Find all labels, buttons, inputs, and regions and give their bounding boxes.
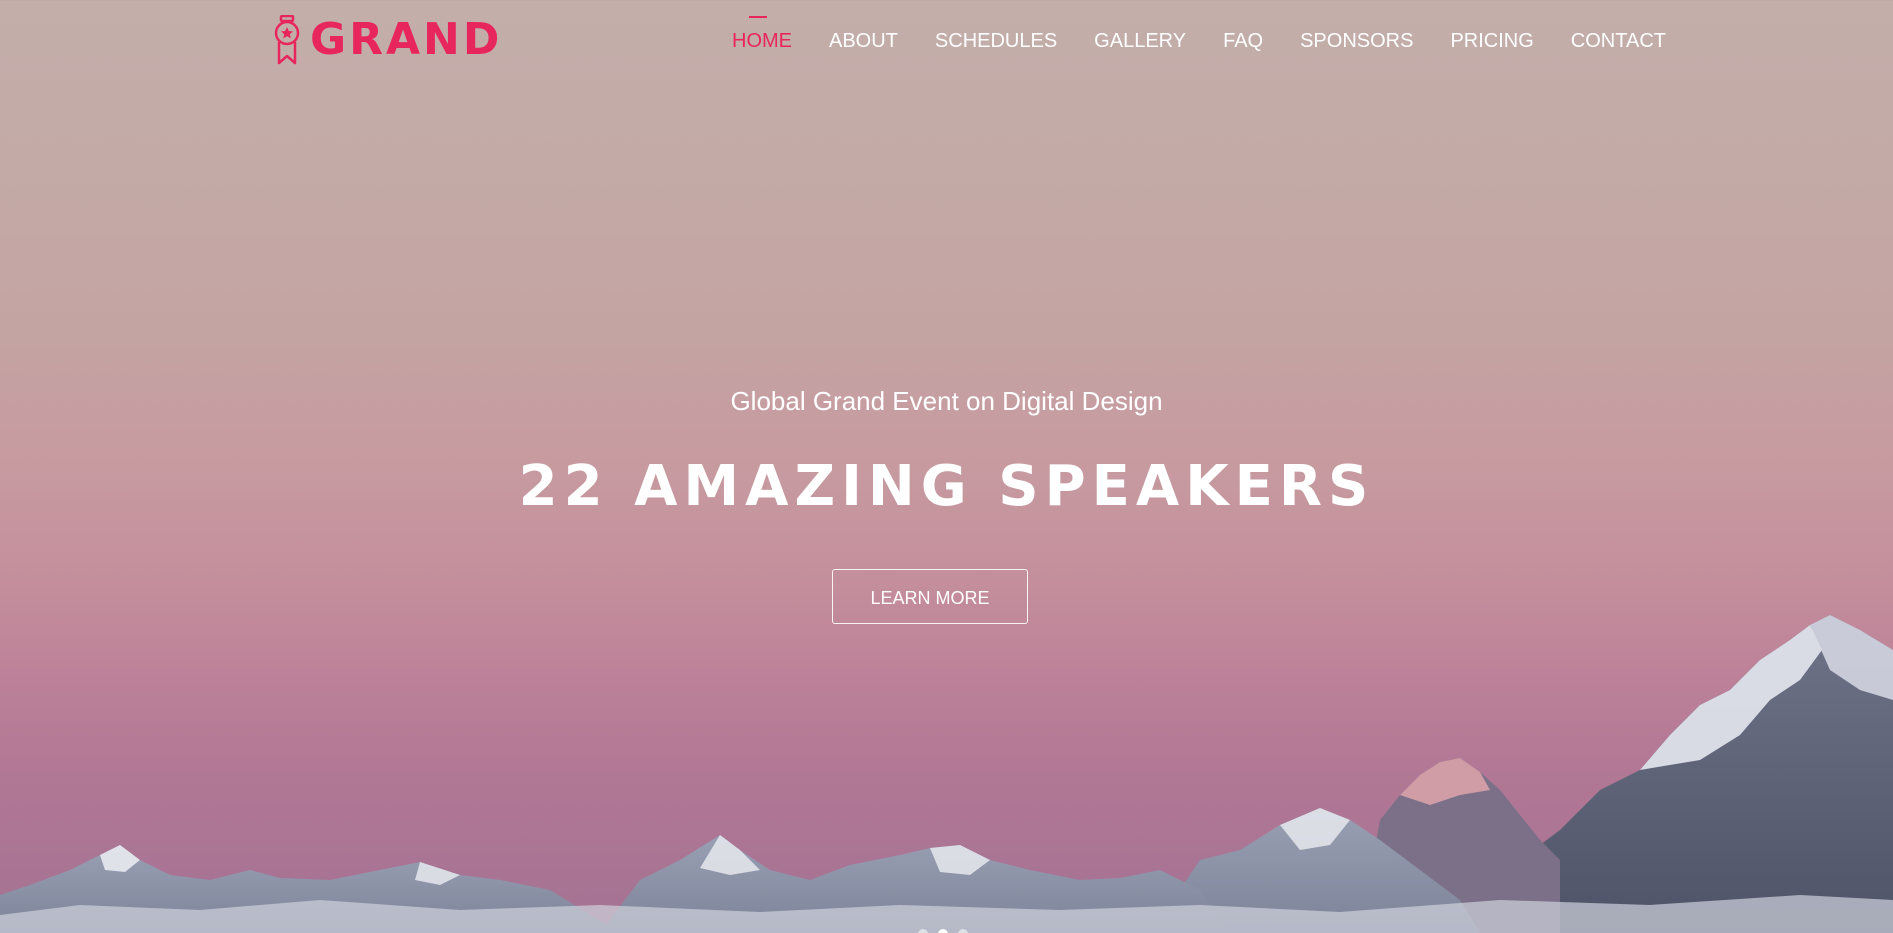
site-header: GRAND HOME ABOUT SCHEDULES GALLERY FAQ S… — [0, 0, 1893, 82]
slider-dot[interactable] — [958, 929, 968, 933]
nav-item-about[interactable]: ABOUT — [829, 26, 898, 56]
slider-dot-active[interactable] — [938, 929, 948, 933]
slider-dot[interactable] — [918, 929, 928, 933]
logo-link[interactable]: GRAND — [272, 14, 502, 66]
hero-section: Global Grand Event on Digital Design 22 … — [0, 0, 1893, 933]
learn-more-button[interactable]: LEARN MORE — [832, 569, 1028, 624]
nav-item-pricing[interactable]: PRICING — [1450, 26, 1533, 56]
brand-name: GRAND — [310, 14, 503, 65]
nav-item-faq[interactable]: FAQ — [1223, 26, 1263, 56]
nav-item-schedules[interactable]: SCHEDULES — [935, 26, 1057, 56]
main-nav: HOME ABOUT SCHEDULES GALLERY FAQ SPONSOR… — [732, 16, 1666, 56]
nav-item-contact[interactable]: CONTACT — [1571, 26, 1666, 56]
nav-item-sponsors[interactable]: SPONSORS — [1300, 26, 1413, 56]
nav-item-gallery[interactable]: GALLERY — [1094, 26, 1186, 56]
slider-pagination — [918, 929, 968, 933]
hero-headline: 22 AMAZING SPEAKERS — [518, 454, 1375, 519]
hero-subtitle: Global Grand Event on Digital Design — [730, 386, 1163, 416]
award-ribbon-icon — [274, 15, 300, 65]
nav-item-home[interactable]: HOME — [732, 16, 792, 56]
